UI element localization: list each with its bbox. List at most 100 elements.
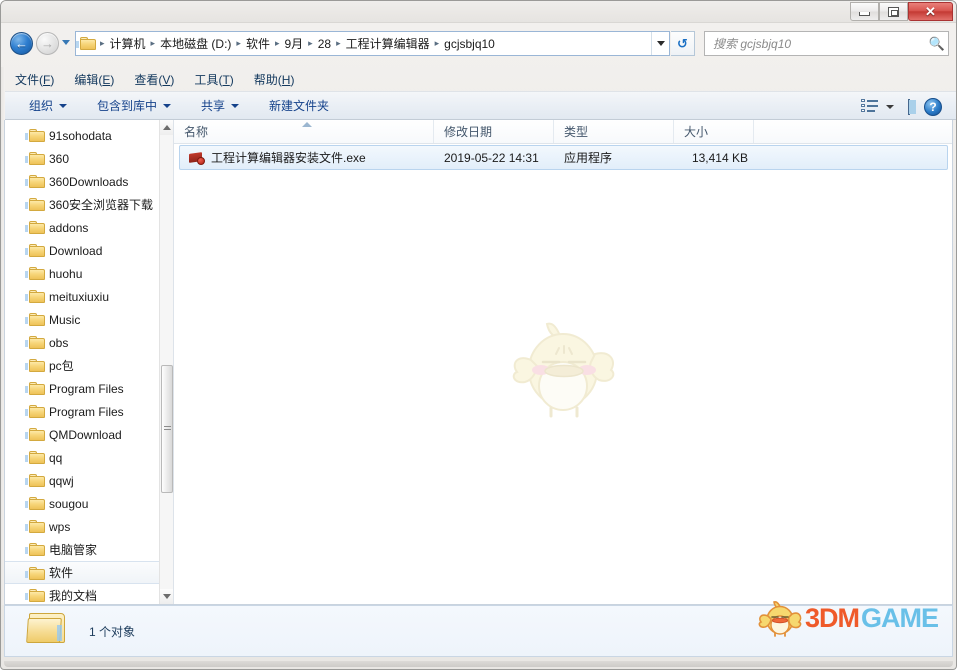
scrollbar-grip [164, 426, 171, 432]
sidebar-item-91sohodata[interactable]: 91sohodata [5, 124, 160, 147]
preview-pane-button[interactable] [900, 100, 918, 114]
address-chevron-down-icon[interactable] [651, 32, 669, 55]
column-header-type[interactable]: 类型 [554, 120, 674, 143]
include-in-library-label: 包含到库中 [97, 97, 157, 114]
new-folder-label: 新建文件夹 [269, 97, 329, 114]
content-area: 91sohodata 360 360Downloads 360安全浏览器下载 a… [4, 120, 953, 605]
chick-mascot-icon [757, 598, 803, 638]
brand-3dm-text: 3DM [805, 603, 859, 634]
search-box[interactable]: 🔍 [704, 31, 949, 56]
column-header-type-label: 类型 [564, 123, 588, 140]
sidebar-item-music[interactable]: Music [5, 308, 160, 331]
sidebar-item-label: Program Files [49, 405, 124, 419]
minimize-button[interactable] [850, 2, 879, 21]
column-header-size[interactable]: 大小 [674, 120, 754, 143]
sidebar-item-360browser[interactable]: 360安全浏览器下载 [5, 193, 160, 216]
sidebar-item-download[interactable]: Download [5, 239, 160, 262]
menu-view[interactable]: 查看(V) [134, 68, 184, 91]
column-header-name[interactable]: 名称 [174, 120, 434, 143]
sidebar-item-sougou[interactable]: sougou [5, 492, 160, 515]
sidebar-item-360[interactable]: 360 [5, 147, 160, 170]
breadcrumb-item-1[interactable]: 本地磁盘 (D:) [156, 33, 235, 54]
chevron-down-icon [59, 104, 67, 108]
refresh-button[interactable]: ↺ [671, 31, 695, 56]
forward-button[interactable]: → [36, 32, 59, 55]
menu-edit[interactable]: 编辑(E) [74, 68, 124, 91]
sidebar-item-label: huohu [49, 267, 82, 281]
status-folder-icon [27, 611, 71, 651]
status-bar: 1 个对象 3DM [4, 605, 953, 657]
restore-button[interactable] [879, 2, 908, 21]
file-type-cell: 应用程序 [555, 149, 675, 166]
folder-icon [29, 198, 45, 211]
menu-edit-key: E [102, 73, 110, 87]
search-input[interactable] [713, 37, 926, 51]
sidebar-item-huohu[interactable]: huohu [5, 262, 160, 285]
address-bar[interactable]: ▸ 计算机 ▸ 本地磁盘 (D:) ▸ 软件 ▸ 9月 ▸ 28 ▸ 工程计算编… [75, 31, 670, 56]
refresh-icon: ↺ [677, 36, 688, 52]
new-folder-button[interactable]: 新建文件夹 [261, 94, 337, 117]
folder-icon [29, 129, 45, 142]
help-button[interactable]: ? [924, 98, 948, 116]
breadcrumb-item-3[interactable]: 9月 [280, 33, 307, 54]
sidebar-item-program-files-x86[interactable]: Program Files [5, 400, 160, 423]
menu-view-label: 查看 [134, 73, 158, 87]
menu-tools[interactable]: 工具(T) [194, 68, 243, 91]
sidebar-item-qqwj[interactable]: qqwj [5, 469, 160, 492]
sidebar-item-label: 我的文档 [49, 587, 97, 604]
menu-view-key: V [162, 73, 170, 87]
sidebar-item-qq[interactable]: qq [5, 446, 160, 469]
menu-help[interactable]: 帮助(H) [254, 68, 305, 91]
breadcrumb-item-5[interactable]: 工程计算编辑器 [342, 33, 434, 54]
sidebar-item-meituxiuxiu[interactable]: meituxiuxiu [5, 285, 160, 308]
sidebar-item-my-documents[interactable]: 我的文档 [5, 584, 160, 604]
sidebar-item-label: wps [49, 520, 70, 534]
sidebar-item-label: qqwj [49, 474, 74, 488]
sidebar-item-label: sougou [49, 497, 88, 511]
close-icon: ✕ [925, 4, 936, 20]
scroll-up-arrow-icon[interactable] [160, 120, 174, 135]
sidebar-item-wps[interactable]: wps [5, 515, 160, 538]
table-row[interactable]: 工程计算编辑器安装文件.exe 2019-05-22 14:31 应用程序 13… [179, 145, 948, 170]
chevron-down-icon [231, 104, 239, 108]
share-button[interactable]: 共享 [193, 94, 247, 117]
explorer-window: ✕ ← → ▸ 计算机 ▸ 本地磁盘 (D:) ▸ 软件 [0, 0, 957, 670]
breadcrumb-item-4[interactable]: 28 [314, 35, 335, 53]
sidebar-item-computer-manager[interactable]: 电脑管家 [5, 538, 160, 561]
sidebar-item-pcbao[interactable]: pc包 [5, 354, 160, 377]
sidebar-item-label: QMDownload [49, 428, 122, 442]
sidebar-item-label: Download [49, 244, 102, 258]
folder-icon [29, 428, 45, 441]
recent-pages-chevron-down-icon[interactable] [62, 40, 70, 45]
sidebar-item-360downloads[interactable]: 360Downloads [5, 170, 160, 193]
menu-file[interactable]: 文件(F) [15, 68, 64, 91]
breadcrumb-item-2[interactable]: 软件 [242, 33, 274, 54]
brand-game-text: GAME [861, 603, 938, 634]
navigation-scrollbar[interactable] [159, 120, 173, 604]
menu-file-key: F [43, 73, 50, 87]
breadcrumb-item-0[interactable]: 计算机 [106, 33, 150, 54]
breadcrumb-item-6[interactable]: gcjsbjq10 [440, 35, 499, 53]
include-in-library-button[interactable]: 包含到库中 [89, 94, 179, 117]
folder-icon [29, 405, 45, 418]
organize-label: 组织 [29, 97, 53, 114]
sidebar-item-obs[interactable]: obs [5, 331, 160, 354]
sidebar-item-label: 360Downloads [49, 175, 128, 189]
close-button[interactable]: ✕ [908, 2, 953, 21]
folder-icon [29, 567, 45, 580]
sidebar-item-software[interactable]: 软件 [5, 561, 160, 584]
scrollbar-thumb[interactable] [161, 365, 173, 493]
exe-installer-icon [189, 150, 205, 165]
view-options-icon [861, 99, 879, 114]
change-view-button[interactable] [861, 99, 894, 114]
back-arrow-icon: ← [11, 33, 32, 54]
scroll-down-arrow-icon[interactable] [160, 589, 174, 604]
folder-icon [29, 451, 45, 464]
back-button[interactable]: ← [10, 32, 33, 55]
organize-button[interactable]: 组织 [21, 94, 75, 117]
sidebar-item-qmdownload[interactable]: QMDownload [5, 423, 160, 446]
column-header-modified[interactable]: 修改日期 [434, 120, 554, 143]
sidebar-item-program-files[interactable]: Program Files [5, 377, 160, 400]
share-label: 共享 [201, 97, 225, 114]
sidebar-item-addons[interactable]: addons [5, 216, 160, 239]
